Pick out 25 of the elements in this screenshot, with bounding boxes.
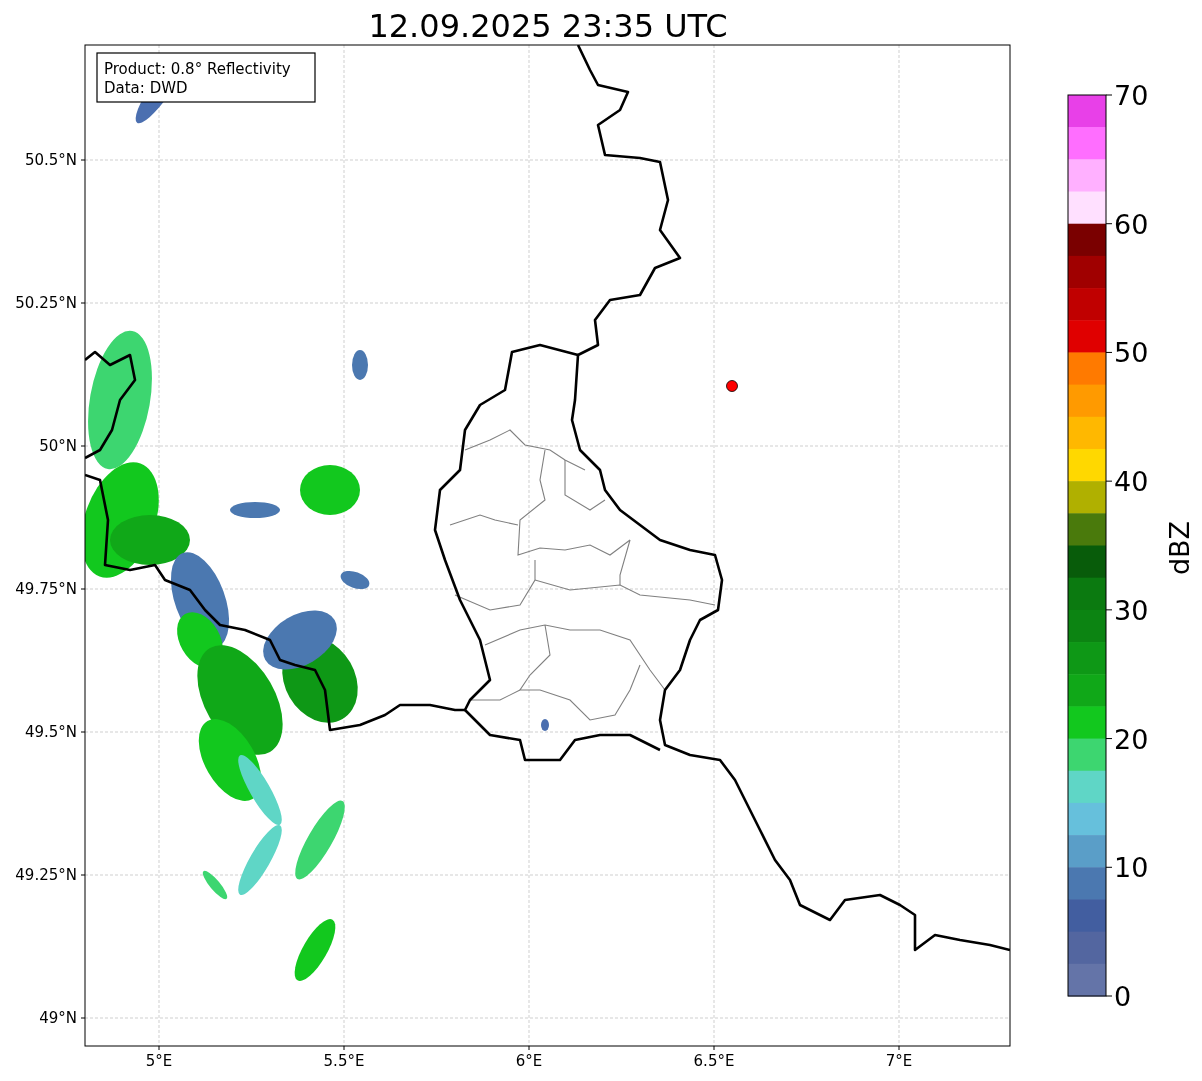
colorbar-tick-label: 10 [1114, 852, 1149, 884]
latitude-label: 50.5°N [24, 151, 77, 169]
colorbar-tick-label: 0 [1114, 981, 1132, 1012]
latitude-label: 49.75°N [15, 580, 77, 598]
info-text: Data: DWD [104, 79, 188, 97]
location-marker [726, 380, 738, 392]
longitude-label: 6.5°E [693, 1052, 735, 1070]
colorbar-tick-label: 60 [1114, 208, 1149, 240]
colorbar-tick-label: 40 [1114, 466, 1149, 498]
colorbar-tick-label: 20 [1114, 723, 1149, 755]
latitude-label: 49°N [39, 1009, 77, 1027]
latitude-label: 49.25°N [15, 866, 77, 884]
latitude-label: 49.5°N [24, 723, 77, 741]
longitude-label: 7°E [885, 1052, 913, 1070]
longitude-label: 5°E [145, 1052, 173, 1070]
info-text: Product: 0.8° Reflectivity [104, 60, 291, 78]
colorbar-tick-label: 30 [1114, 594, 1149, 626]
colorbar-tick-label: 50 [1114, 337, 1149, 369]
longitude-label: 5.5°E [323, 1052, 365, 1070]
colorbar-label: dBZ [1164, 520, 1195, 576]
latitude-label: 50.25°N [15, 294, 77, 312]
longitude-label: 6°E [515, 1052, 543, 1070]
colorbar-tick-label: 70 [1114, 80, 1149, 111]
latitude-label: 50°N [39, 437, 77, 455]
map-title: 12.09.2025 23:35 UTC [368, 7, 728, 45]
